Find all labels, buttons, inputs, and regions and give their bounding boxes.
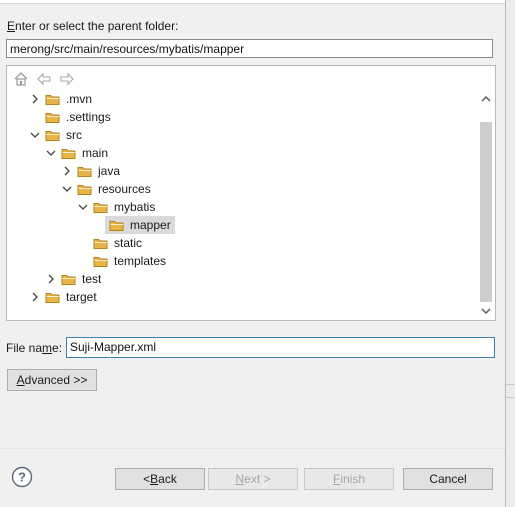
folder-icon [77, 164, 93, 178]
scroll-down-arrow-icon[interactable] [479, 304, 493, 318]
tree-item[interactable]: src [29, 126, 85, 144]
chevron-down-icon[interactable] [61, 180, 73, 198]
folder-icon [45, 128, 61, 142]
tree-item-content: src [41, 127, 85, 144]
folder-icon [45, 290, 61, 304]
help-icon[interactable]: ? [11, 466, 33, 488]
folder-icon [93, 200, 109, 214]
tree-item-content: target [41, 289, 100, 306]
tree-item[interactable]: java [61, 162, 123, 180]
chevron-right-icon[interactable] [61, 162, 73, 180]
background-window-notch [506, 384, 515, 398]
scroll-up-arrow-icon[interactable] [479, 92, 493, 106]
dialog-top-edge [0, 0, 505, 4]
tree-item-label: mybatis [114, 199, 156, 214]
tree-item[interactable]: .settings [29, 108, 114, 126]
tree-item[interactable]: static [77, 234, 145, 252]
folder-icon [61, 146, 77, 160]
tree-item-label: .settings [66, 109, 111, 124]
tree-item[interactable]: templates [77, 252, 169, 270]
tree-item-label: .mvn [66, 91, 93, 106]
scrollbar-thumb[interactable] [480, 122, 492, 302]
tree-item[interactable]: .mvn [29, 90, 95, 108]
tree-item-content: .mvn [41, 91, 95, 108]
tree-item-content: main [57, 145, 111, 162]
tree-item[interactable]: mapper [93, 216, 175, 234]
chevron-right-icon[interactable] [45, 270, 57, 288]
tree-item-content: static [89, 235, 145, 252]
tree-item-content: .settings [41, 109, 114, 126]
tree-item-label: mapper [130, 217, 171, 232]
parent-folder-label: Enter or select the parent folder: [7, 19, 179, 33]
forward-arrow-icon[interactable] [58, 71, 75, 87]
tree-item[interactable]: target [29, 288, 100, 306]
folder-icon [61, 272, 77, 286]
chevron-down-icon[interactable] [45, 144, 57, 162]
tree-item-label: src [66, 127, 82, 142]
folder-icon [93, 236, 109, 250]
file-name-input[interactable]: Suji-Mapper.xml [66, 337, 495, 358]
tree-item-content: resources [73, 181, 154, 198]
folder-icon [93, 254, 109, 268]
chevron-down-icon[interactable] [29, 126, 41, 144]
folder-icon [45, 92, 61, 106]
svg-text:?: ? [18, 470, 26, 485]
cancel-button[interactable]: Cancel [403, 468, 493, 490]
tree-item[interactable]: main [45, 144, 111, 162]
folder-icon [45, 110, 61, 124]
tree-item-label: java [98, 163, 121, 178]
tree-item[interactable]: mybatis [77, 198, 158, 216]
tree-item-label: test [82, 271, 102, 286]
tree-vertical-scrollbar[interactable] [479, 90, 493, 318]
chevron-down-icon[interactable] [77, 198, 89, 216]
advanced-button[interactable]: Advanced >> [7, 369, 97, 391]
back-button[interactable]: < Back [115, 468, 205, 490]
background-window-edge [506, 0, 515, 507]
tree-item-content: templates [89, 253, 169, 270]
tree-item-label: static [114, 235, 143, 250]
tree-item-content: java [73, 163, 123, 180]
chevron-right-icon[interactable] [29, 90, 41, 108]
folder-icon [77, 182, 93, 196]
button-bar-separator [0, 448, 505, 449]
tree-toolbar [12, 70, 75, 88]
next-button[interactable]: Next > [208, 468, 298, 490]
tree-item-content: mapper [105, 216, 175, 234]
finish-button[interactable]: Finish [304, 468, 394, 490]
folder-tree[interactable]: .mvn .settings src main java resources mybatis… [6, 65, 496, 321]
tree-item-content: mybatis [89, 199, 158, 216]
tree-item-label: resources [98, 181, 151, 196]
back-arrow-icon[interactable] [35, 71, 52, 87]
tree-item-label: target [66, 289, 97, 304]
tree-item-label: main [82, 145, 109, 160]
parent-folder-label-text: nter or select the parent folder: [15, 19, 179, 33]
parent-folder-path-input[interactable]: merong/src/main/resources/mybatis/mapper [6, 39, 493, 58]
folder-icon [109, 218, 125, 232]
tree-item[interactable]: test [45, 270, 104, 288]
tree-item[interactable]: resources [61, 180, 154, 198]
home-icon[interactable] [12, 71, 29, 87]
chevron-right-icon[interactable] [29, 288, 41, 306]
file-name-label: File name: [6, 341, 63, 355]
tree-item-content: test [57, 271, 104, 288]
tree-item-label: templates [114, 253, 167, 268]
new-file-dialog: Enter or select the parent folder: meron… [0, 0, 506, 507]
